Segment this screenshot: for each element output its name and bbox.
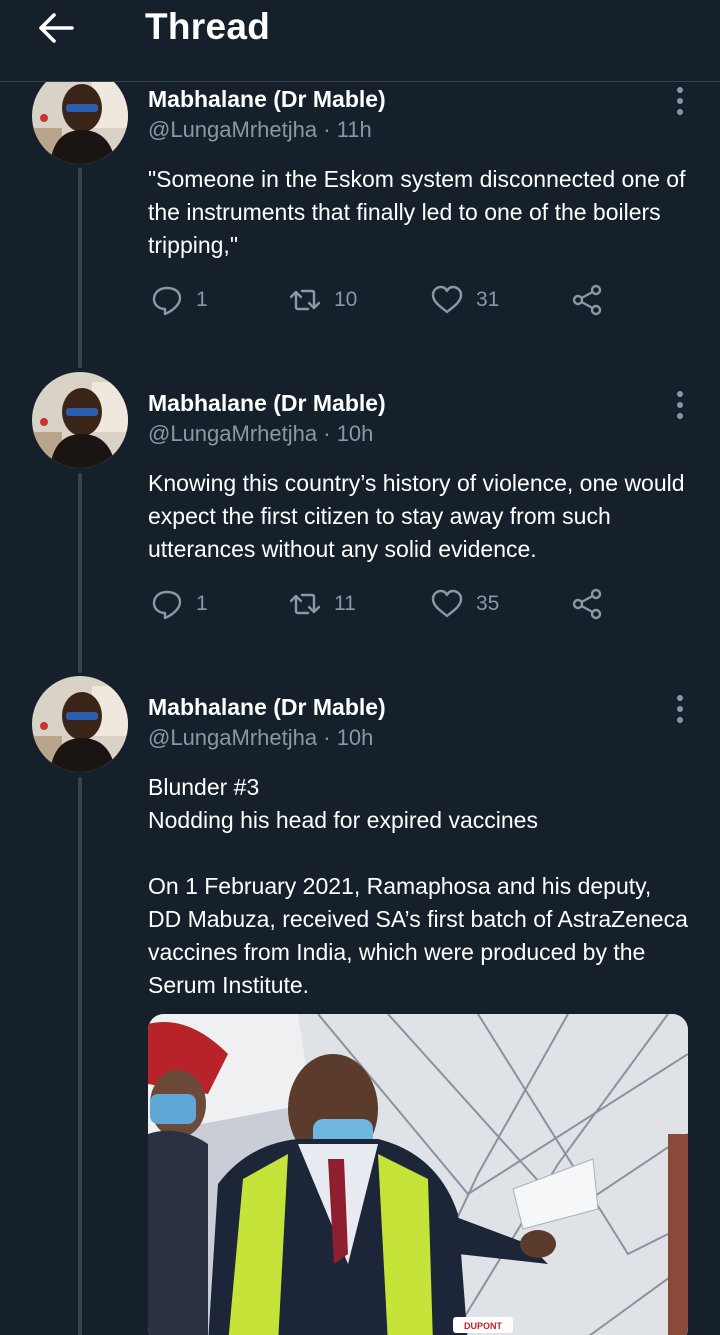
avatar[interactable] [32,372,128,468]
meta-separator: · [323,117,331,142]
share-icon [572,588,602,620]
tweet-time[interactable]: 11h [337,117,372,142]
top-bar: Thread [0,0,720,82]
more-vertical-icon [677,695,683,723]
like-count: 35 [476,592,500,615]
more-vertical-icon [677,391,683,419]
tweet-media-image[interactable]: DUPONT [148,1014,688,1335]
reply-button[interactable]: 1 [150,586,208,622]
tweet-text: Blunder #3 Nodding his head for expired … [148,774,688,998]
tweet-text: "Someone in the Eskom system disconnecte… [148,166,686,258]
author-handle[interactable]: @LungaMrhetjha [148,117,317,142]
reply-button[interactable]: 1 [150,282,208,318]
more-options-button[interactable] [668,694,692,724]
tweet-time[interactable]: 10h [337,725,374,750]
retweet-button[interactable]: 10 [288,282,357,318]
heart-icon [431,589,463,618]
retweet-count: 11 [334,592,356,615]
share-button[interactable] [570,282,604,318]
like-button[interactable]: 35 [430,586,499,622]
thread-connector [78,473,82,673]
reply-count: 1 [196,592,208,615]
page-title: Thread [145,6,271,47]
meta-separator: · [323,725,331,750]
arrow-left-icon [39,13,74,43]
avatar[interactable] [32,68,128,164]
author-handle[interactable]: @LungaMrhetjha [148,725,317,750]
tweet-actions: 1 11 35 [148,586,618,622]
reply-icon [152,286,182,316]
more-options-button[interactable] [668,390,692,420]
back-button[interactable] [36,10,76,46]
share-button[interactable] [570,586,604,622]
retweet-icon [289,289,321,311]
reply-icon [152,590,182,620]
author-name[interactable]: Mabhalane (Dr Mable) [148,86,386,113]
avatar[interactable] [32,676,128,772]
heart-icon [431,285,463,314]
tweet-time[interactable]: 10h [337,421,374,446]
author-name[interactable]: Mabhalane (Dr Mable) [148,390,386,417]
author-meta: @LungaMrhetjha · 10h [148,421,373,447]
like-count: 31 [476,288,500,311]
more-vertical-icon [677,87,683,115]
thread-connector [78,168,82,368]
author-handle[interactable]: @LungaMrhetjha [148,421,317,446]
like-button[interactable]: 31 [430,282,499,318]
thread-connector [78,777,82,1335]
reply-count: 1 [196,288,208,311]
retweet-icon [289,593,321,615]
retweet-count: 10 [334,288,358,311]
meta-separator: · [323,421,331,446]
more-options-button[interactable] [668,86,692,116]
tweet-actions: 1 10 31 [148,282,618,318]
tweet-text: Knowing this country’s history of violen… [148,470,685,562]
author-meta: @LungaMrhetjha · 10h [148,725,373,751]
share-icon [572,284,602,316]
dupont-label: DUPONT [464,1321,503,1331]
author-name[interactable]: Mabhalane (Dr Mable) [148,694,386,721]
author-meta: @LungaMrhetjha · 11h [148,117,372,143]
retweet-button[interactable]: 11 [288,586,356,622]
